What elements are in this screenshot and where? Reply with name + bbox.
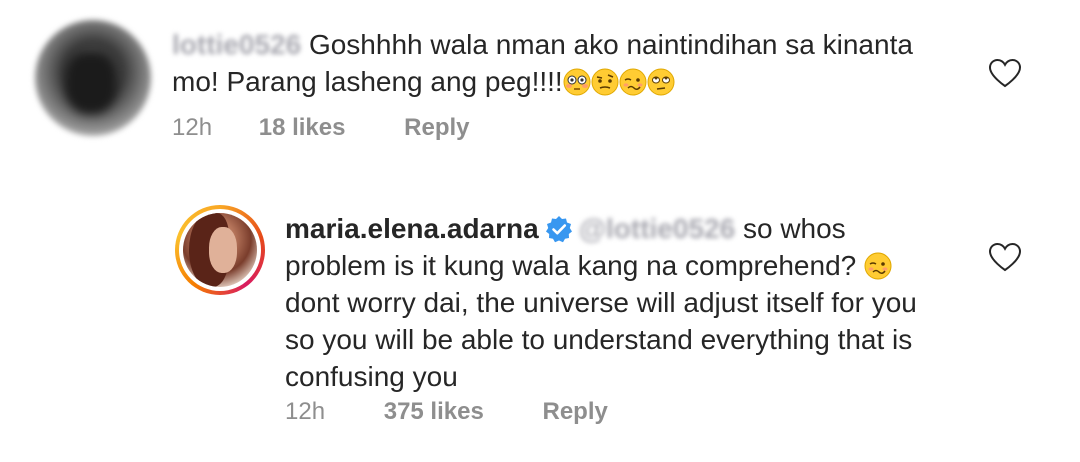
avatar[interactable] — [35, 20, 151, 136]
avatar[interactable] — [175, 205, 265, 295]
likes-count[interactable]: 18 likes — [259, 114, 346, 142]
woozy-face-icon — [864, 252, 892, 280]
reply-text-line4: so you will be able to understand everyt… — [285, 324, 913, 355]
reply-button[interactable]: Reply — [404, 114, 469, 142]
comment-text-line1: Goshhhh wala nman ako naintindihan sa ki… — [308, 29, 913, 60]
flushed-face-icon — [563, 68, 591, 96]
comment-text-line2: mo! Parang lasheng ang peg!!!! — [172, 66, 563, 97]
woozy-face-icon — [619, 68, 647, 96]
like-heart-icon[interactable] — [988, 58, 1022, 88]
reply-button[interactable]: Reply — [542, 398, 607, 426]
verified-badge-icon — [545, 216, 572, 243]
reply-text-line2: problem is it kung wala kang na comprehe… — [285, 250, 857, 281]
profile-photo — [183, 213, 257, 287]
face-with-rolling-eyes-icon — [647, 68, 675, 96]
username-blurred[interactable]: lottie0526 — [172, 29, 301, 60]
reply-body-line1: maria.elena.adarna @lottie0526 so whos — [285, 210, 846, 247]
like-heart-icon[interactable] — [988, 242, 1022, 272]
comment-text-line2-row: mo! Parang lasheng ang peg!!!! — [172, 63, 675, 100]
comment-meta: 12h 18 likes Reply — [172, 114, 470, 142]
timestamp: 12h — [172, 114, 213, 141]
likes-count[interactable]: 375 likes — [384, 398, 484, 426]
username[interactable]: maria.elena.adarna — [285, 213, 539, 244]
timestamp: 12h — [285, 398, 326, 425]
reply-meta: 12h 375 likes Reply — [285, 398, 608, 426]
mention-link[interactable]: @lottie0526 — [579, 213, 735, 244]
reply-text-line1: so whos — [742, 213, 846, 244]
reply-body-line2: problem is it kung wala kang na comprehe… — [285, 247, 892, 284]
reply-text-line3: dont worry dai, the universe will adjust… — [285, 287, 917, 318]
comment-body: lottie0526 Goshhhh wala nman ako naintin… — [172, 26, 913, 63]
reply-text-line5: confusing you — [285, 361, 458, 392]
face-with-raised-eyebrow-icon — [591, 68, 619, 96]
